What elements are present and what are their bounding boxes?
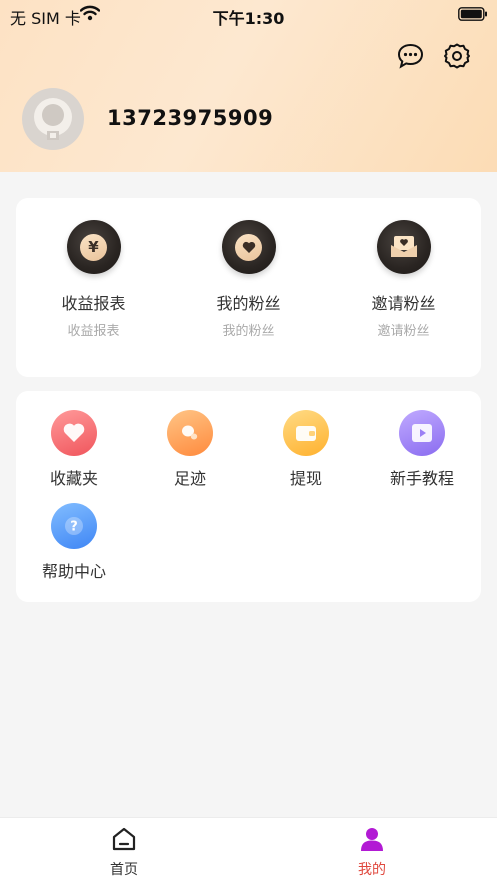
header-actions [397, 43, 477, 69]
svg-text:?: ? [70, 520, 78, 535]
heart-icon [51, 410, 97, 456]
help-icon: ? [51, 503, 97, 549]
phone-number: 13723975909 [107, 106, 274, 130]
status-time: 下午1:30 [212, 9, 285, 28]
footprint-icon [167, 410, 213, 456]
stat-subtitle: 我的粉丝 [222, 324, 275, 339]
stat-title: 收益报表 [61, 294, 126, 313]
video-icon [399, 410, 445, 456]
stat-title: 邀请粉丝 [371, 294, 436, 313]
chat-icon[interactable] [397, 43, 424, 69]
stat-my-fans[interactable]: 我的粉丝 我的粉丝 [171, 220, 326, 350]
home-icon [112, 827, 136, 851]
yuan-icon: ¥ [66, 220, 121, 274]
tool-footprint[interactable]: 足迹 [132, 410, 248, 489]
tab-bar: 首页 我的 [0, 817, 497, 884]
stat-subtitle: 邀请粉丝 [377, 324, 430, 339]
tool-favorites[interactable]: 收藏夹 [16, 410, 132, 489]
avatar[interactable] [22, 88, 84, 150]
wallet-icon [283, 410, 329, 456]
tool-withdraw[interactable]: 提现 [248, 410, 364, 489]
tool-label: 帮助中心 [41, 562, 106, 581]
tab-mine[interactable]: 我的 [312, 826, 432, 879]
status-bar: 无 SIM 卡 下午1:30 [0, 0, 497, 30]
tab-mine-label: 我的 [358, 862, 386, 878]
tool-tutorial[interactable]: 新手教程 [364, 410, 480, 489]
stat-subtitle: 收益报表 [67, 324, 120, 339]
tab-home[interactable]: 首页 [64, 826, 184, 879]
profile-header: 无 SIM 卡 下午1:30 13723975909 [0, 0, 497, 172]
heart-box-icon [376, 220, 431, 274]
tab-home-label: 首页 [110, 862, 138, 878]
stats-card: ¥ 收益报表 收益报表 我的粉丝 我的粉丝 邀请粉丝 邀请粉丝 [16, 198, 481, 377]
battery-icon [458, 7, 487, 21]
tool-help-center[interactable]: ? 帮助中心 [16, 503, 132, 582]
tool-label: 足迹 [173, 469, 206, 488]
tools-card: 收藏夹 足迹 提现 新手教程 ? 帮助中心 [16, 391, 481, 602]
gear-icon[interactable] [444, 43, 470, 69]
tool-label: 新手教程 [389, 469, 454, 488]
stat-title: 我的粉丝 [216, 294, 281, 313]
heart-icon [221, 220, 276, 274]
tool-label: 提现 [289, 469, 322, 488]
person-icon [361, 828, 383, 851]
stat-invite-fans[interactable]: 邀请粉丝 邀请粉丝 [326, 220, 481, 350]
tool-label: 收藏夹 [49, 469, 98, 488]
stat-earnings-report[interactable]: ¥ 收益报表 收益报表 [16, 220, 171, 350]
